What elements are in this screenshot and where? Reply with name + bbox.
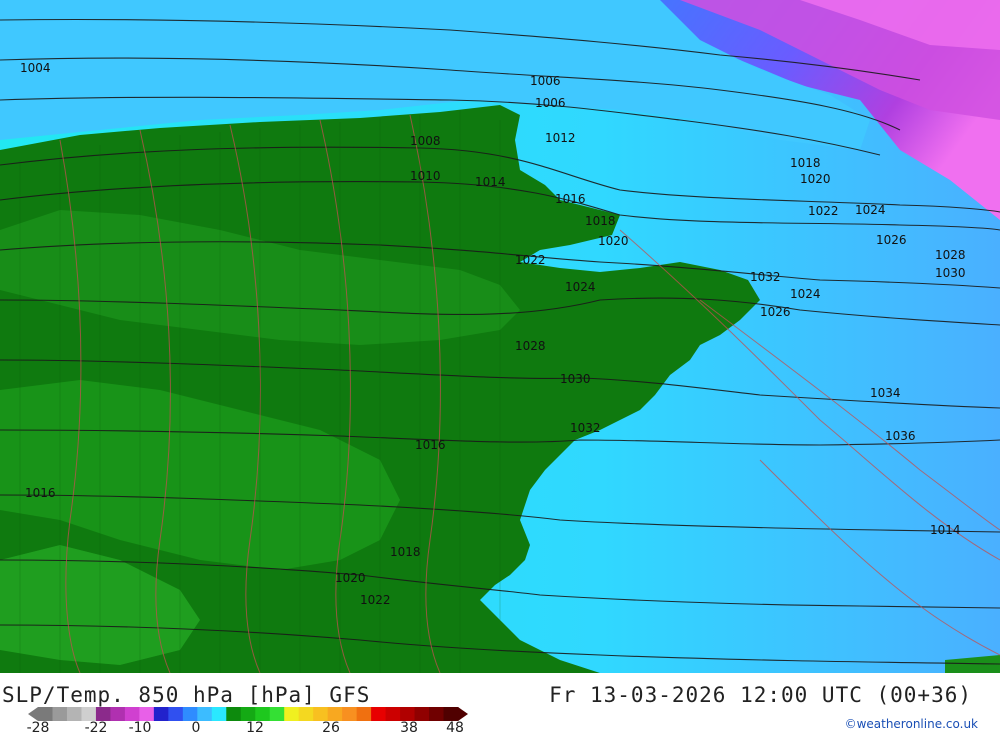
scale-tick-label: -28 (26, 720, 50, 736)
pressure-label: 1030 (560, 372, 591, 386)
pressure-label: 1008 (410, 134, 441, 148)
scale-swatch (327, 707, 343, 721)
pressure-label: 1024 (790, 287, 821, 301)
pressure-label: 1006 (530, 74, 561, 88)
pressure-label: 1024 (855, 203, 886, 217)
scale-swatch (342, 707, 358, 721)
pressure-label: 1024 (565, 280, 596, 294)
scale-swatch (298, 707, 314, 721)
pressure-label: 1004 (20, 61, 51, 75)
scale-swatch (182, 707, 198, 721)
scale-swatch (226, 707, 242, 721)
scale-swatch (240, 707, 256, 721)
scale-swatch (139, 707, 155, 721)
scale-tick-label: 26 (322, 720, 340, 736)
scale-tick-label: -10 (128, 720, 152, 736)
map-title: SLP/Temp. 850 hPa [hPa] GFS (2, 683, 371, 707)
scale-swatch (52, 707, 68, 721)
scale-swatch (38, 707, 53, 721)
pressure-label: 1018 (585, 214, 616, 228)
pressure-label: 1036 (885, 429, 916, 443)
scale-tick-label: 0 (191, 720, 201, 736)
scale-tick-label: 12 (246, 720, 264, 736)
pressure-label: 1034 (870, 386, 901, 400)
map-footer: SLP/Temp. 850 hPa [hPa] GFS Fr 13-03-202… (0, 673, 1000, 736)
credit-link[interactable]: ©weatheronline.co.uk (845, 717, 978, 731)
pressure-label: 1018 (390, 545, 421, 559)
pressure-label: 1012 (545, 131, 576, 145)
scale-swatch (429, 707, 445, 721)
pressure-label: 1014 (930, 523, 961, 537)
scale-swatch (371, 707, 387, 721)
scale-swatch (168, 707, 184, 721)
temperature-color-scale (28, 707, 468, 721)
scale-swatch (81, 707, 97, 721)
weather-map: 1004 1006 1006 1008 1010 1012 1014 1016 1018 1020… (0, 0, 1000, 673)
pressure-label: 1032 (570, 421, 601, 435)
scale-swatch (356, 707, 372, 721)
pressure-label: 1020 (335, 571, 366, 585)
scale-swatch (284, 707, 300, 721)
scale-left-arrow (28, 707, 38, 721)
pressure-label: 1032 (750, 270, 781, 284)
pressure-label: 1028 (935, 248, 966, 262)
pressure-label: 1020 (800, 172, 831, 186)
pressure-label: 1022 (515, 253, 546, 267)
scale-swatch (443, 707, 459, 721)
scale-swatch (153, 707, 169, 721)
scale-swatch (66, 707, 82, 721)
scale-swatch (414, 707, 430, 721)
pressure-label: 1030 (935, 266, 966, 280)
scale-swatch (197, 707, 213, 721)
pressure-label: 1026 (760, 305, 791, 319)
pressure-label: 1016 (415, 438, 446, 452)
scale-right-arrow (458, 707, 468, 721)
scale-swatch (313, 707, 329, 721)
pressure-label: 1014 (475, 175, 506, 189)
scale-swatch (400, 707, 416, 721)
pressure-label: 1016 (25, 486, 56, 500)
scale-tick-label: 38 (400, 720, 418, 736)
scale-swatch (269, 707, 285, 721)
scale-tick-label: -22 (84, 720, 108, 736)
pressure-label: 1020 (598, 234, 629, 248)
scale-swatch (110, 707, 126, 721)
scale-tick-label: 48 (446, 720, 464, 736)
pressure-label: 1018 (790, 156, 821, 170)
pressure-label: 1022 (360, 593, 391, 607)
pressure-label: 1022 (808, 204, 839, 218)
pressure-label: 1016 (555, 192, 586, 206)
scale-swatch (124, 707, 140, 721)
pressure-label: 1010 (410, 169, 441, 183)
scale-swatch (95, 707, 111, 721)
forecast-timestamp: Fr 13-03-2026 12:00 UTC (00+36) (549, 683, 972, 707)
pressure-label: 1026 (876, 233, 907, 247)
scale-swatch (211, 707, 227, 721)
pressure-label: 1006 (535, 96, 566, 110)
pressure-label: 1028 (515, 339, 546, 353)
scale-swatch (255, 707, 271, 721)
scale-swatch (385, 707, 401, 721)
